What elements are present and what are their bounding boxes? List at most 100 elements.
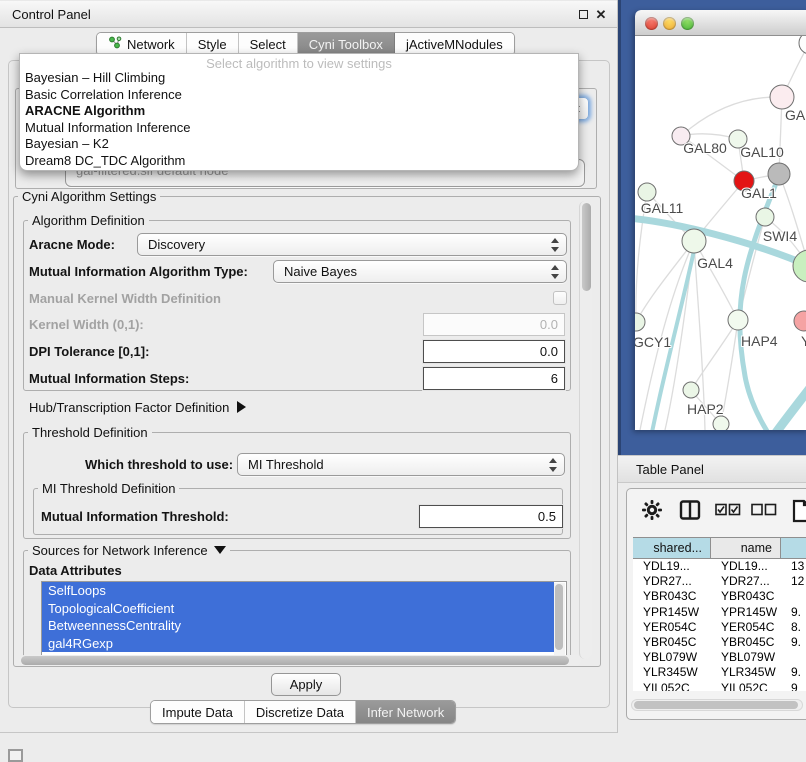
column-header-shared[interactable]: shared...: [633, 538, 711, 558]
gear-icon[interactable]: [641, 499, 663, 526]
table-row[interactable]: YDR27...YDR27...12: [633, 574, 806, 589]
table-row[interactable]: YDL19...YDL19...13: [633, 559, 806, 574]
network-node[interactable]: [768, 163, 790, 185]
network-node-gal11[interactable]: [638, 183, 656, 201]
network-edge: [751, 384, 806, 430]
network-window-titlebar[interactable]: [635, 10, 806, 36]
algorithm-dropdown-popup: Select algorithm to view settings Bayesi…: [19, 53, 579, 171]
settings-vertical-scrollbar[interactable]: [579, 201, 592, 659]
dpi-tolerance-field[interactable]: 0.0: [423, 340, 565, 363]
node-label-gal4: GAL4: [697, 255, 733, 271]
network-node[interactable]: [793, 250, 806, 282]
attribute-item-gal4rgexp[interactable]: gal4RGexp: [42, 635, 554, 653]
new-table-icon[interactable]: [791, 499, 806, 528]
which-threshold-combo[interactable]: MI Threshold: [237, 453, 565, 476]
float-panel-icon[interactable]: [8, 749, 23, 762]
table-row[interactable]: YLR345WYLR345W9.: [633, 665, 806, 680]
network-tab-icon: [108, 36, 122, 52]
table-panel-title: Table Panel: [636, 462, 704, 477]
mi-threshold-label: Mutual Information Threshold:: [41, 507, 229, 527]
select-all-checks-icon[interactable]: [715, 503, 741, 521]
minimize-traffic-light-icon[interactable]: [663, 17, 676, 30]
manual-kernel-checkbox[interactable]: [553, 291, 567, 305]
table-cell: YDR27...: [711, 574, 781, 589]
table-row[interactable]: YBL079WYBL079W: [633, 650, 806, 665]
close-icon[interactable]: ✕: [593, 7, 609, 23]
deselect-all-icon[interactable]: [751, 503, 777, 521]
split-columns-icon[interactable]: [679, 499, 701, 526]
tab-impute-data[interactable]: Impute Data: [151, 701, 245, 723]
mi-type-value: Naive Bayes: [284, 264, 357, 279]
table-row[interactable]: YPR145WYPR145W9.: [633, 605, 806, 620]
column-header-a[interactable]: A: [781, 538, 806, 558]
dropdown-item-aracne-algorithm[interactable]: ARACNE Algorithm: [20, 103, 578, 120]
table-cell: [781, 589, 806, 604]
attribute-item-topologicalcoefficient[interactable]: TopologicalCoefficient: [42, 600, 554, 618]
attributes-list-scrollbar[interactable]: [554, 583, 565, 655]
tab-select[interactable]: Select: [239, 33, 298, 55]
network-node-hap2[interactable]: [683, 382, 699, 398]
tab-label: Discretize Data: [256, 705, 344, 720]
dropdown-item-mutual-information-inference[interactable]: Mutual Information Inference: [20, 120, 578, 137]
control-panel-window: Control Panel ✕ NetworkStyle Select Cyni T…: [0, 0, 618, 733]
network-node[interactable]: [799, 36, 806, 54]
mi-steps-field[interactable]: 6: [423, 367, 565, 390]
dropdown-item-dream8-dc-tdc-algorithm[interactable]: Dream8 DC_TDC Algorithm: [20, 153, 578, 170]
network-canvas[interactable]: GALGAL80GAL10GAL1GAL11SWI4GAL4GCY1HAP4YH…: [635, 36, 806, 430]
table-row[interactable]: YER054CYER054C8.: [633, 620, 806, 635]
manual-kernel-label: Manual Kernel Width Definition: [29, 289, 221, 309]
tab-label: jActiveMNodules: [406, 37, 503, 52]
table-cell: YDL19...: [711, 559, 781, 574]
table-horizontal-scrollbar[interactable]: [631, 699, 803, 711]
attribute-item-selfloops[interactable]: SelfLoops: [42, 582, 554, 600]
dropdown-item-bayesian-k2[interactable]: Bayesian – K2: [20, 136, 578, 153]
table-row[interactable]: YBR045CYBR045C9.: [633, 635, 806, 650]
table-body: YDL19...YDL19...13YDR27...YDR27...12YBR0…: [633, 559, 806, 691]
zoom-traffic-light-icon[interactable]: [681, 17, 694, 30]
network-view-window[interactable]: GALGAL80GAL10GAL1GAL11SWI4GAL4GCY1HAP4YH…: [635, 10, 806, 430]
close-traffic-light-icon[interactable]: [645, 17, 658, 30]
data-attributes-label: Data Attributes: [29, 561, 122, 581]
network-node-swi4[interactable]: [756, 208, 774, 226]
float-window-icon[interactable]: [575, 7, 591, 23]
sources-title[interactable]: Sources for Network Inference: [32, 543, 208, 558]
table-cell: YER054C: [633, 620, 711, 635]
node-label-gal11: GAL11: [641, 200, 684, 216]
network-node-gcy1[interactable]: [635, 313, 645, 331]
node-label-swi4: SWI4: [763, 228, 797, 244]
hub-definition-expander[interactable]: Hub/Transcription Factor Definition: [29, 399, 246, 417]
mi-threshold-field[interactable]: 0.5: [419, 505, 563, 528]
settings-horizontal-scrollbar[interactable]: [19, 655, 581, 666]
network-node-gal[interactable]: [770, 85, 794, 109]
table-row[interactable]: YBR043CYBR043C: [633, 589, 806, 604]
network-node-gal4[interactable]: [682, 229, 706, 253]
dropdown-item-bayesian-hill-climbing[interactable]: Bayesian – Hill Climbing: [20, 70, 578, 87]
mi-type-combo[interactable]: Naive Bayes: [273, 260, 567, 283]
kernel-width-field[interactable]: 0.0: [423, 313, 565, 336]
tab-style[interactable]: Style: [187, 33, 239, 55]
aracne-mode-combo[interactable]: Discovery: [137, 233, 567, 256]
tab-jactivemnodules[interactable]: jActiveMNodules: [395, 33, 514, 55]
column-header-name[interactable]: name: [711, 538, 781, 558]
network-node[interactable]: [713, 416, 729, 430]
table-cell: 9.: [781, 605, 806, 620]
table-row[interactable]: YIL052CYIL052C9: [633, 681, 806, 692]
tab-label: Cyni Toolbox: [309, 37, 383, 52]
tab-label: Select: [250, 37, 286, 52]
network-node-hap4[interactable]: [728, 310, 748, 330]
data-attributes-list[interactable]: SelfLoopsTopologicalCoefficientBetweenne…: [41, 581, 567, 657]
table-cell: 13: [781, 559, 806, 574]
cyni-toolbox-panel: gal-filtered.sif default node Cyni Algor…: [8, 60, 610, 708]
tab-infer-network[interactable]: Infer Network: [356, 701, 455, 723]
tab-cyni-toolbox[interactable]: Cyni Toolbox: [298, 33, 395, 55]
table-panel: Table Panel: [618, 455, 806, 762]
control-panel-title: Control Panel: [12, 7, 91, 22]
table-cell: 8.: [781, 620, 806, 635]
attribute-item-betweennesscentrality[interactable]: BetweennessCentrality: [42, 617, 554, 635]
apply-button[interactable]: Apply: [271, 673, 341, 696]
aracne-mode-label: Aracne Mode:: [29, 235, 115, 255]
tab-network[interactable]: Network: [97, 33, 187, 55]
tab-discretize-data[interactable]: Discretize Data: [245, 701, 356, 723]
network-node-y[interactable]: [794, 311, 806, 331]
dropdown-item-basic-correlation-inference[interactable]: Basic Correlation Inference: [20, 87, 578, 104]
